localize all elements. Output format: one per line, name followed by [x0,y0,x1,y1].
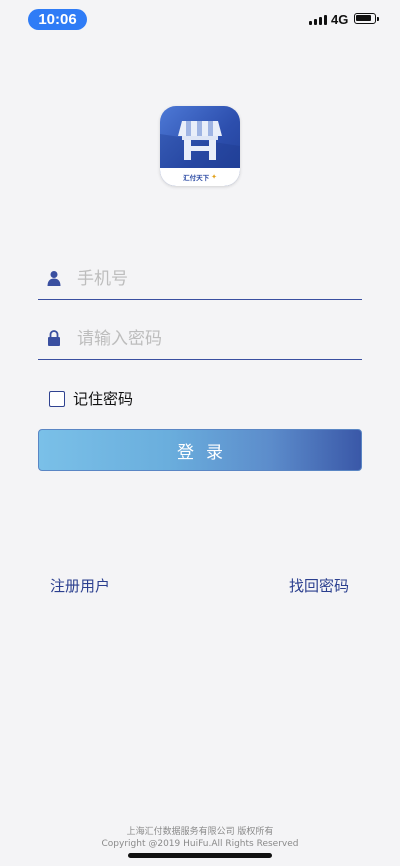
footer: 上海汇付数据服务有限公司 版权所有 Copyright @2019 HuiFu.… [0,826,400,850]
footer-copyright: Copyright @2019 HuiFu.All Rights Reserve… [101,839,299,849]
home-indicator [128,853,272,858]
cellular-signal-icon [309,15,327,25]
brand-mark-icon: ✦ [211,173,217,181]
logo-brand-text: 汇付天下 [183,174,210,182]
phone-underline [38,299,362,300]
user-icon [47,271,61,286]
remember-checkbox[interactable] [49,390,65,407]
login-button[interactable]: 登录 [38,429,362,471]
lock-icon [48,330,60,346]
register-link[interactable]: 注册用户 [50,575,110,596]
password-input[interactable] [75,323,349,355]
phone-input[interactable] [75,263,349,295]
forgot-password-link[interactable]: 找回密码 [289,575,349,596]
app-logo: 汇付天下 ✦ [160,106,240,186]
password-underline [38,359,362,360]
network-type: 4G [331,12,349,27]
remember-password-option[interactable]: 记住密码 [49,388,133,409]
battery-icon [354,13,379,24]
logo-band: 汇付天下 ✦ [160,168,240,186]
phone-field[interactable] [38,256,362,300]
remember-label: 记住密码 [73,390,134,408]
password-field[interactable] [38,316,362,360]
status-bar: 10:06 4G [0,0,400,40]
footer-company: 上海汇付数据服务有限公司 版权所有 [126,827,274,837]
status-time: 10:06 [28,9,87,30]
storefront-icon [160,121,240,168]
